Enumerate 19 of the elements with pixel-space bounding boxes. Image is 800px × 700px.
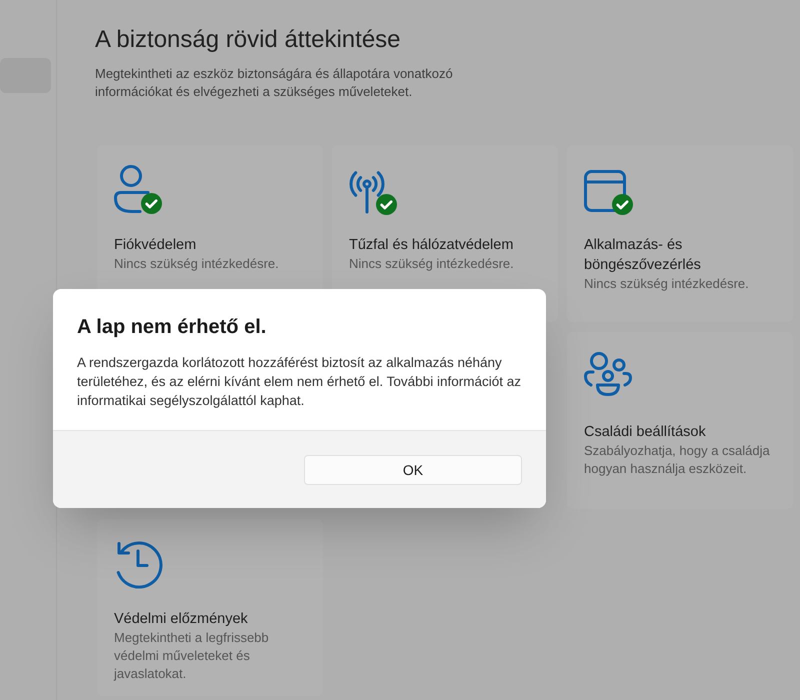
ok-button[interactable]: OK xyxy=(304,455,522,485)
window-icon xyxy=(584,170,626,212)
tile-title: Fiókvédelem xyxy=(114,236,198,255)
person-icon xyxy=(114,165,150,213)
dialog-message: A rendszergazda korlátozott hozzáférést biztosít az alkalmazás néhány területéhez, és az elérni kívánt elem nem érhető el. További információt az informatikai segélyszolgálattól kaphat. xyxy=(77,354,522,410)
page-description: Megtekintheti az eszköz biztonságára és állapotára vonatkozó információkat és elvégezheti a szükséges műveleteket. xyxy=(95,65,454,101)
tile-subtitle: Nincs szükség intézkedésre. xyxy=(114,255,280,273)
tile-title: Védelmi előzmények xyxy=(114,610,249,629)
tile-subtitle: Nincs szükség intézkedésre. xyxy=(584,275,750,293)
tile-subtitle: Megtekintheti a legfrissebb védelmi műveleteket és javaslatokat. xyxy=(114,629,270,683)
tile-subtitle: Szabályozhatja, hogy a családja hogyan használja eszközeit. xyxy=(584,442,771,478)
tile-title: Tűzfal és hálózatvédelem xyxy=(349,236,514,255)
page-title: A biztonság rövid áttekintése xyxy=(95,25,401,55)
people-icon xyxy=(584,352,632,396)
tile-title: Alkalmazás- és böngészővezérlés xyxy=(584,236,702,275)
antenna-icon xyxy=(349,171,385,214)
history-icon xyxy=(114,539,164,589)
tile-title: Családi beállítások xyxy=(584,423,707,442)
tile-subtitle: Nincs szükség intézkedésre. xyxy=(349,255,515,273)
